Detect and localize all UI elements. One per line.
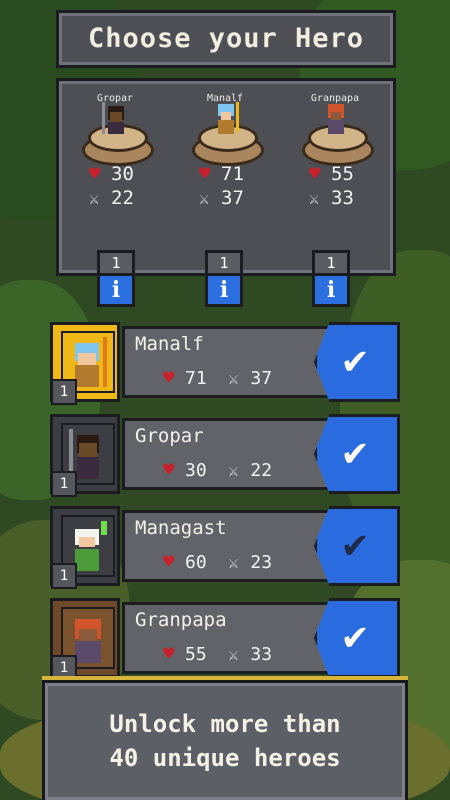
check-icon: ✔	[343, 429, 368, 475]
sword-icon: ⚔	[199, 189, 210, 209]
sword-icon: ⚔	[228, 369, 239, 389]
hero-row-managast[interactable]: 1 Managast ♥ 60 ⚔ 23 ✔	[50, 506, 400, 589]
hero-name: Manalf	[135, 333, 204, 355]
hero-stats: ♥ 30 ⚔ 22	[163, 459, 273, 481]
hero-info: Managast ♥ 60 ⚔ 23	[122, 510, 332, 582]
hero-row-granpapa[interactable]: 1 Granpapa ♥ 55 ⚔ 33 ✔	[50, 598, 400, 681]
level-badge: 1	[51, 563, 77, 589]
level-badge: 1	[312, 250, 350, 276]
page-title: Choose your Hero	[56, 10, 396, 68]
heart-icon: ♥	[163, 367, 175, 389]
promo-banner: Unlock more than 40 unique heroes	[42, 680, 408, 800]
hero-card: 1	[50, 322, 120, 405]
heart-icon: ♥	[89, 163, 101, 185]
sword-icon: ⚔	[309, 189, 320, 209]
select-hero-toggle[interactable]: ✔	[314, 506, 400, 586]
selected-hero-slot[interactable]: Granpapa ♥ 55 ⚔ 33	[285, 81, 385, 210]
check-icon: ✔	[343, 521, 368, 567]
level-badge: 1	[97, 250, 135, 276]
hero-stats: ♥ 60 ⚔ 23	[163, 551, 273, 573]
hero-info: Gropar ♥ 30 ⚔ 22	[122, 418, 332, 490]
hero-info-button[interactable]: 1 i	[312, 250, 350, 308]
hero-info-button[interactable]: 1 i	[97, 250, 135, 308]
hero-gropar-sprite	[102, 102, 124, 134]
hero-row-gropar[interactable]: 1 Gropar ♥ 30 ⚔ 22 ✔	[50, 414, 400, 497]
hero-row-manalf[interactable]: 1 Manalf ♥ 71 ⚔ 37 ✔	[50, 322, 400, 405]
check-icon: ✔	[343, 337, 368, 383]
hero-card: 1	[50, 414, 120, 497]
selected-hero-slot[interactable]: Manalf ♥ 71 ⚔ 37	[175, 81, 275, 210]
info-icon: i	[312, 276, 350, 307]
hero-manalf-sprite	[218, 102, 239, 134]
sword-icon: ⚔	[228, 461, 239, 481]
level-badge: 1	[51, 379, 77, 405]
select-hero-toggle[interactable]: ✔	[314, 322, 400, 402]
attack-stat: ⚔ 33	[309, 187, 354, 209]
hero-name: Granpapa	[135, 609, 227, 631]
heart-icon: ♥	[163, 459, 175, 481]
heart-icon: ♥	[163, 643, 175, 665]
hero-granpapa-sprite	[328, 104, 344, 134]
heart-icon: ♥	[309, 163, 321, 185]
hero-stats: ♥ 71 ⚔ 37	[163, 367, 273, 389]
sword-icon: ⚔	[228, 553, 239, 573]
select-hero-toggle[interactable]: ✔	[314, 414, 400, 494]
hero-stats: ♥ 55 ⚔ 33	[163, 643, 273, 665]
pedestal	[78, 102, 154, 166]
pedestal	[298, 104, 374, 166]
sword-icon: ⚔	[228, 645, 239, 665]
promo-line-2: 40 unique heroes	[109, 744, 341, 772]
hero-name: Managast	[135, 517, 227, 539]
sword-icon: ⚔	[89, 189, 100, 209]
hero-info: Manalf ♥ 71 ⚔ 37	[122, 326, 332, 398]
hero-name: Gropar	[135, 425, 204, 447]
attack-stat: ⚔ 22	[89, 187, 134, 209]
level-badge: 1	[51, 471, 77, 497]
info-icon: i	[97, 276, 135, 307]
heart-icon: ♥	[199, 163, 211, 185]
selected-hero-slot[interactable]: Gropar ♥ 30 ⚔ 22	[65, 81, 165, 210]
pedestal	[188, 102, 264, 166]
check-icon: ✔	[343, 613, 368, 659]
hero-info: Granpapa ♥ 55 ⚔ 33	[122, 602, 332, 674]
hero-card: 1	[50, 506, 120, 589]
info-icon: i	[205, 276, 243, 307]
hero-card: 1	[50, 598, 120, 681]
select-hero-toggle[interactable]: ✔	[314, 598, 400, 678]
attack-stat: ⚔ 37	[199, 187, 244, 209]
hero-info-button[interactable]: 1 i	[205, 250, 243, 308]
promo-line-1: Unlock more than	[109, 710, 341, 738]
level-badge: 1	[205, 250, 243, 276]
selected-heroes-panel: Gropar ♥ 30 ⚔ 22 Manalf ♥ 71 ⚔ 37 Granpa…	[56, 78, 396, 276]
heart-icon: ♥	[163, 551, 175, 573]
